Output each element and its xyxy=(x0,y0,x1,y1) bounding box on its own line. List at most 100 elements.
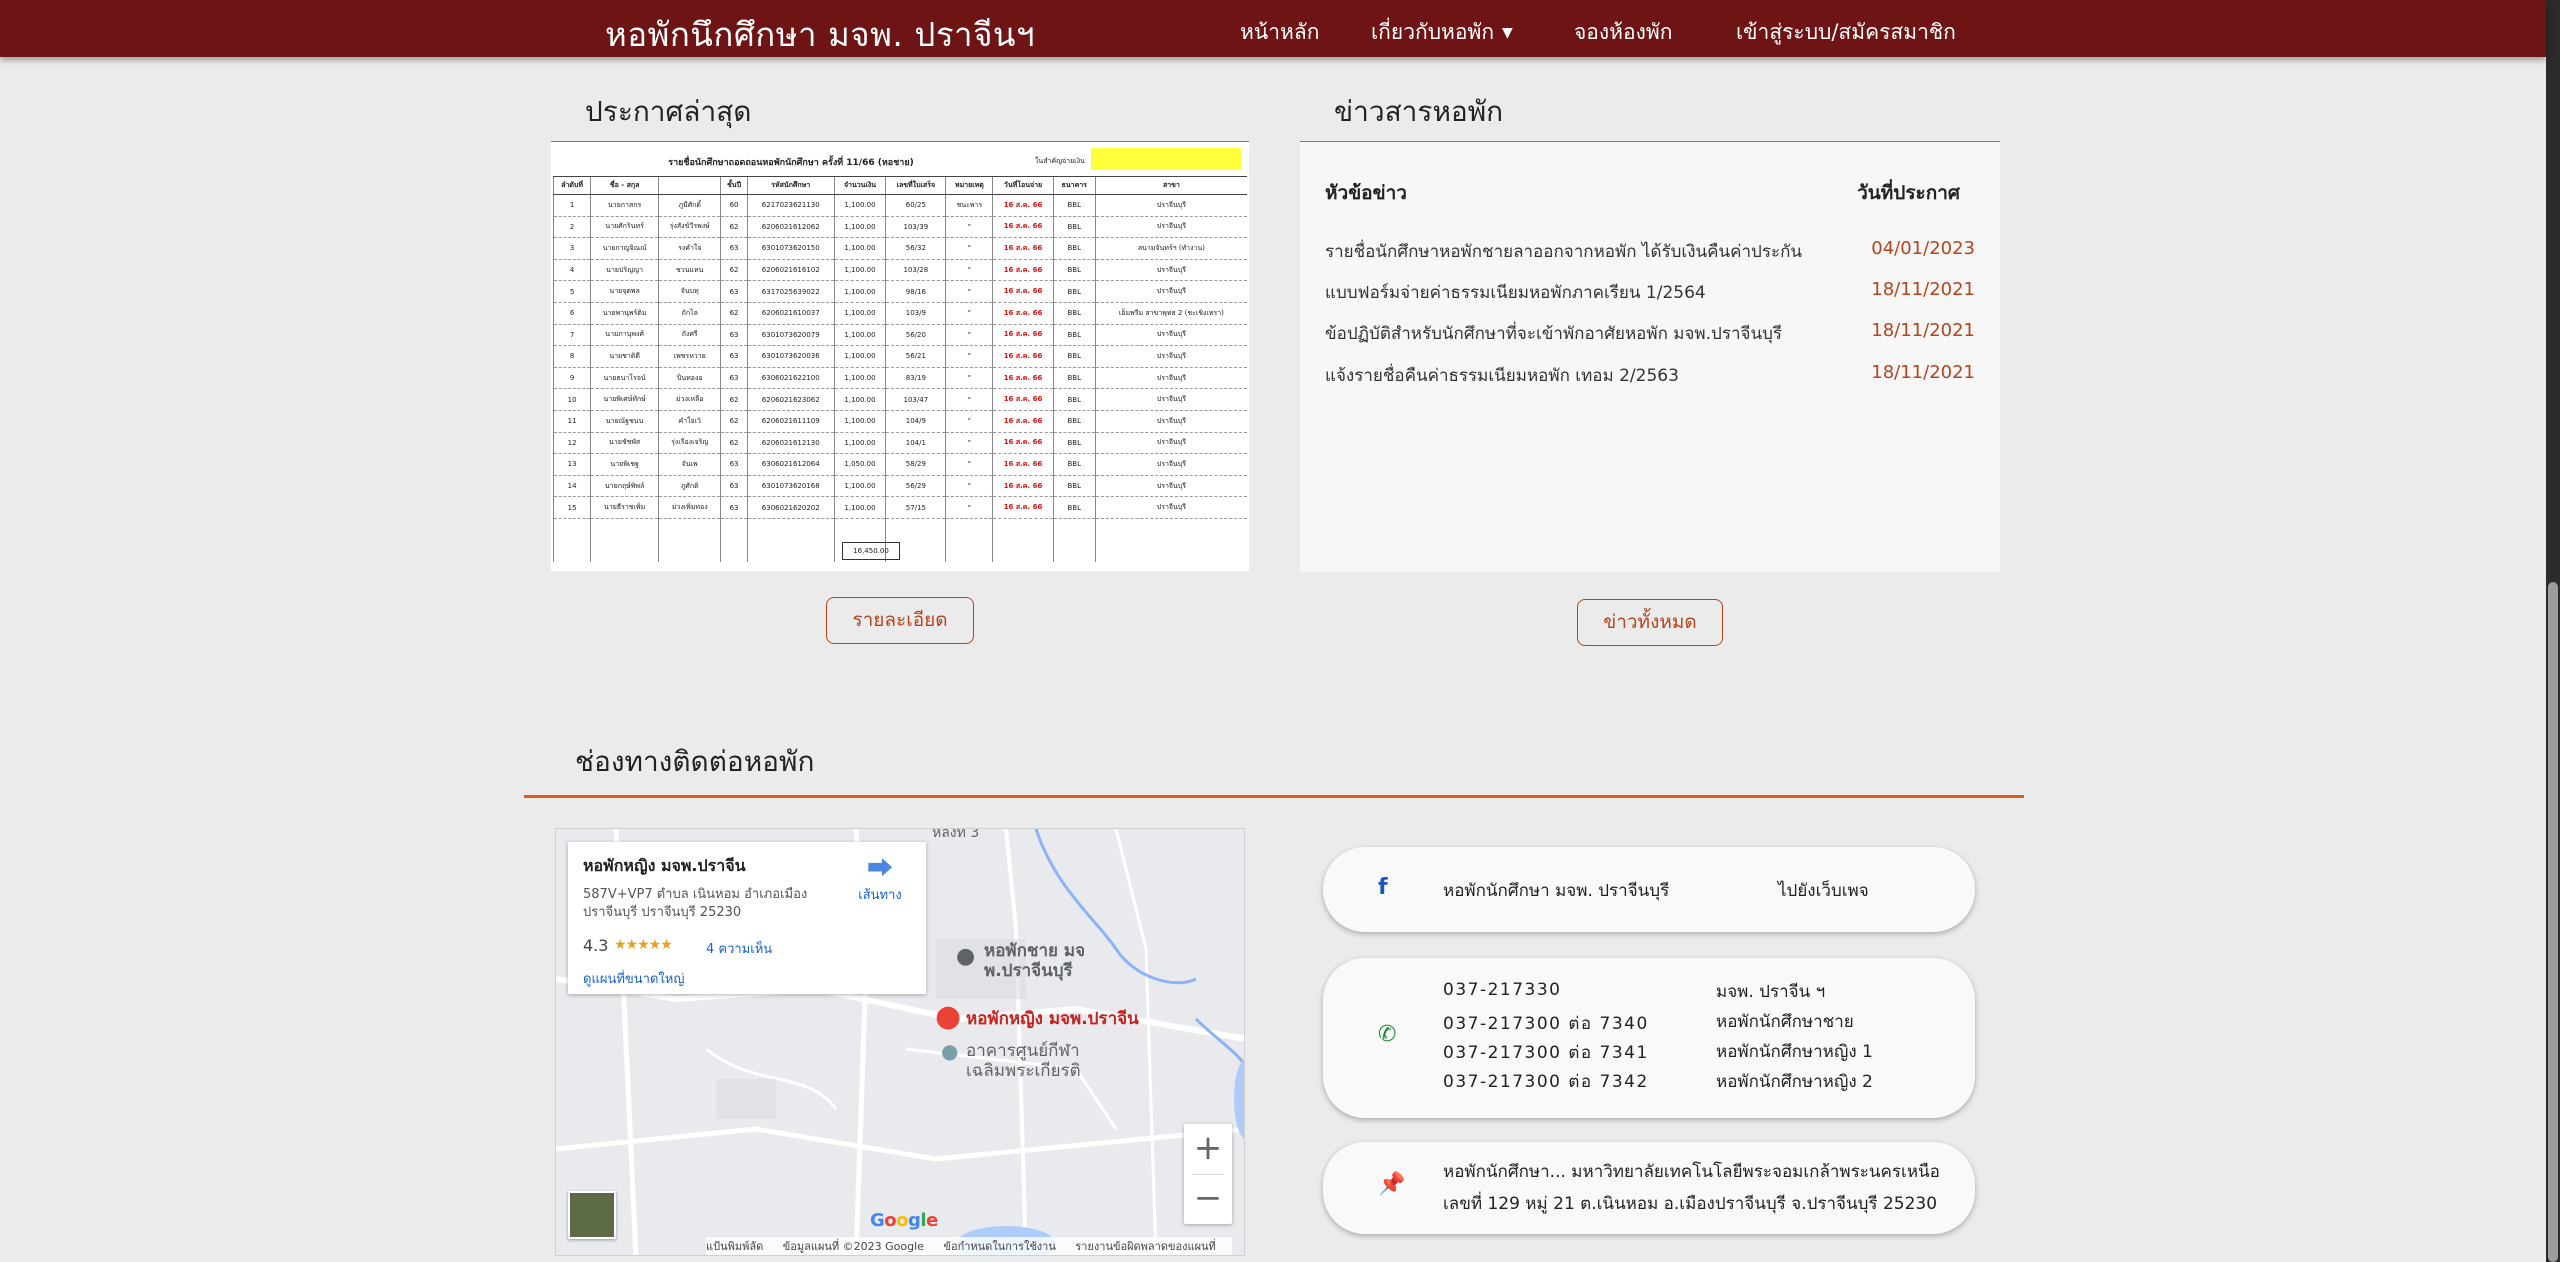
sheet-cell: 56/21 xyxy=(885,345,946,368)
nav-home[interactable]: หน้าหลัก xyxy=(1240,16,1319,49)
sheet-row: 7 นายภานุพงศ์ ถังศรี 63 6301073620079 1,100.0… xyxy=(552,324,1247,347)
sheet-cell: BBL xyxy=(1052,324,1096,347)
news-item-date: 18/11/2021 xyxy=(1871,320,1975,341)
phone-label: หอพักนักศึกษาชาย xyxy=(1716,1012,1854,1032)
facebook-page-link[interactable]: ไปยังเว็บเพจ xyxy=(1778,877,1869,904)
sheet-header-cell: ธนาคาร xyxy=(1052,176,1096,195)
sheet-cell: นายกาญจิณณ์ xyxy=(590,237,659,260)
satellite-toggle[interactable] xyxy=(568,1191,616,1239)
sheet-cell: 13 xyxy=(552,453,591,476)
news-item[interactable]: แจ้งรายชื่อคืนค่าธรรมเนียมหอพัก เทอม 2/2… xyxy=(1325,362,1975,388)
details-button[interactable]: รายละเอียด xyxy=(826,597,974,644)
sheet-cell: 6206021612130 xyxy=(746,432,835,455)
sheet-cell: " xyxy=(945,237,993,260)
sport-center-marker-icon[interactable]: ● xyxy=(941,1039,958,1063)
sheet-cell: 6206021612062 xyxy=(746,216,835,239)
sheet-cell: 1,050.00 xyxy=(833,453,886,476)
sheet-row: 4 นายปริญญา ชวนแทน 62 6206021616102 1,100.00 1… xyxy=(552,259,1247,282)
sheet-cell: 6306021622100 xyxy=(746,367,835,390)
address-line-2: เลขที่ 129 หมู่ 21 ต.เนินหอม อ.เมืองปราจ… xyxy=(1443,1194,1938,1214)
sheet-header-cell: รหัสนักศึกษา xyxy=(746,176,835,195)
view-larger-map-link[interactable]: ดูแผนที่ขนาดใหญ่ xyxy=(583,968,684,989)
sheet-cell: นายพานุพร์ติม xyxy=(590,302,659,325)
sheet-cell: 16 ส.ค. 66 xyxy=(992,496,1054,519)
nav-login-register[interactable]: เข้าสู่ระบบ/สมัครสมาชิก xyxy=(1736,16,1956,49)
sheet-cell xyxy=(746,540,835,562)
sheet-cell xyxy=(1052,540,1096,562)
zoom-in-button[interactable]: + xyxy=(1184,1124,1232,1174)
news-item[interactable]: ข้อปฏิบัติสำหรับนักศึกษาที่จะเข้าพักอาศั… xyxy=(1325,320,1975,346)
sheet-cell: 1,100.00 xyxy=(833,432,886,455)
facebook-card[interactable]: f หอพักนักศึกษา มจพ. ปราจีนบุรี ไปยังเว็… xyxy=(1323,847,1975,932)
sheet-cell: 1,100.00 xyxy=(833,345,886,368)
sheet-cell: นายกฤษ์พิพล์ xyxy=(590,475,659,498)
sheet-cell: นายจุตพล xyxy=(590,280,659,303)
zoom-out-button[interactable]: − xyxy=(1184,1174,1232,1224)
google-map[interactable]: หลังที่ 3 ● หอพักชาย มจ พ.ปราจีนบุรี ● ห… xyxy=(555,828,1245,1256)
sheet-cell: ปราจีนบุรี xyxy=(1094,496,1247,519)
sheet-header-cell: ลำดับที่ xyxy=(552,176,591,195)
sheet-cell: นายณัฐชนน xyxy=(590,410,659,433)
sheet-cell: 16 ส.ค. 66 xyxy=(992,237,1054,260)
news-col-topic: หัวข้อข่าว xyxy=(1325,182,1407,204)
announcements-title: ประกาศล่าสุด xyxy=(585,95,752,128)
phone-number[interactable]: 037-217300 ต่อ 7342 xyxy=(1443,1068,1649,1095)
terms-link[interactable]: ข้อกำหนดในการใช้งาน xyxy=(943,1240,1055,1253)
sheet-cell: 16 ส.ค. 66 xyxy=(992,280,1054,303)
sheet-cell: 63 xyxy=(720,367,748,390)
nav-about-dropdown[interactable]: เกี่ยวกับหอพัก ▼ xyxy=(1371,16,1513,49)
sheet-cell: 104/9 xyxy=(885,410,946,433)
news-item[interactable]: แบบฟอร์มจ่ายค่าธรรมเนียมหอพักภาคเรียน 1/… xyxy=(1325,279,1975,305)
place-marker-icon[interactable]: ● xyxy=(935,999,961,1034)
sheet-cell: 16 ส.ค. 66 xyxy=(992,194,1054,217)
sheet-cell: นายศักรินทร์ xyxy=(590,216,659,239)
sheet-row: 1 นายกาสกร ภูมีศักดิ์ 60 6217023621130 1,100.… xyxy=(552,194,1247,217)
sheet-cell: ปราจีนบุรี xyxy=(1094,453,1247,476)
brand-title[interactable]: หอพักนึกศึกษา มจพ. ปราจีนฯ xyxy=(605,8,1035,61)
report-error-link[interactable]: รายงานข้อผิดพลาดของแผนที่ xyxy=(1075,1240,1215,1253)
sheet-cell: " xyxy=(945,216,993,239)
sheet-header-cell: สาขา xyxy=(1094,176,1247,195)
nav-booking[interactable]: จองห้องพัก xyxy=(1574,16,1672,49)
sheet-cell: BBL xyxy=(1052,475,1096,498)
sheet-cell: นายพิเชฐ xyxy=(590,453,659,476)
sheet-cell: 16 ส.ค. 66 xyxy=(992,432,1054,455)
map-reviews-link[interactable]: 4 ความเห็น xyxy=(706,938,772,959)
phone-number[interactable]: 037-217300 ต่อ 7341 xyxy=(1443,1039,1649,1066)
sheet-cell xyxy=(720,518,748,540)
sheet-cell: 62 xyxy=(720,302,748,325)
keyboard-shortcuts-link[interactable]: แป้นพิมพ์ลัด xyxy=(706,1240,763,1253)
contact-divider xyxy=(524,795,2024,798)
directions-button[interactable]: ⮕ เส้นทาง xyxy=(850,854,910,905)
news-item-topic: ข้อปฏิบัติสำหรับนักศึกษาที่จะเข้าพักอาศั… xyxy=(1325,324,1783,344)
sheet-row: 2 นายศักรินทร์ รุ่งสังข์วีรพงษ์ 62 620602161… xyxy=(552,216,1247,239)
map-label-marker: หอพักหญิง มจพ.ปราจีน xyxy=(966,1009,1139,1029)
phone-number[interactable]: 037-217300 ต่อ 7340 xyxy=(1443,1010,1649,1037)
sheet-cell: 6 xyxy=(552,302,591,325)
sheet-cell: นายพิเศษ์ทักษ์ xyxy=(590,388,659,411)
announcement-image[interactable]: รายชื่อนักศึกษาถอดถอนหอพักนักศึกษา ครั้ง… xyxy=(551,142,1249,571)
sheet-cell: 11 xyxy=(552,410,591,433)
sheet-cell: 1 xyxy=(552,194,591,217)
sheet-cell: ม่วงเพิ่มทอง xyxy=(658,496,721,519)
scrollbar-thumb[interactable] xyxy=(2548,582,2558,1262)
contact-title: ช่องทางติดต่อหอพัก xyxy=(575,745,815,778)
sheet-cell xyxy=(746,518,835,540)
sheet-row: 15 นายธีราชเพิ่ม ม่วงเพิ่มทอง 63 63060216202… xyxy=(552,496,1247,519)
sheet-cell: ปิ่นทองอ xyxy=(658,367,721,390)
sheet-cell: 1,100.00 xyxy=(833,388,886,411)
sheet-cell: 63 xyxy=(720,237,748,260)
news-item[interactable]: รายชื่อนักศึกษาหอพักชายลาออกจากหอพัก ได้… xyxy=(1325,238,1975,264)
all-news-button[interactable]: ข่าวทั้งหมด xyxy=(1577,599,1723,646)
news-item-date: 18/11/2021 xyxy=(1871,279,1975,300)
sheet-cell: BBL xyxy=(1052,410,1096,433)
sheet-cell: ปราจีนบุรี xyxy=(1094,345,1247,368)
phone-number[interactable]: 037-217330 xyxy=(1443,980,1561,1000)
sheet-cell: " xyxy=(945,345,993,368)
sheet-cell: " xyxy=(945,496,993,519)
sheet-cell: 6206021623062 xyxy=(746,388,835,411)
sheet-row: 5 นายจุตพล จันบทุ 63 6317025639022 1,100.00 98… xyxy=(552,280,1247,303)
male-dorm-marker-icon[interactable]: ● xyxy=(956,944,975,969)
sheet-cell xyxy=(658,518,721,540)
news-item-topic: รายชื่อนักศึกษาหอพักชายลาออกจากหอพัก ได้… xyxy=(1325,242,1803,262)
